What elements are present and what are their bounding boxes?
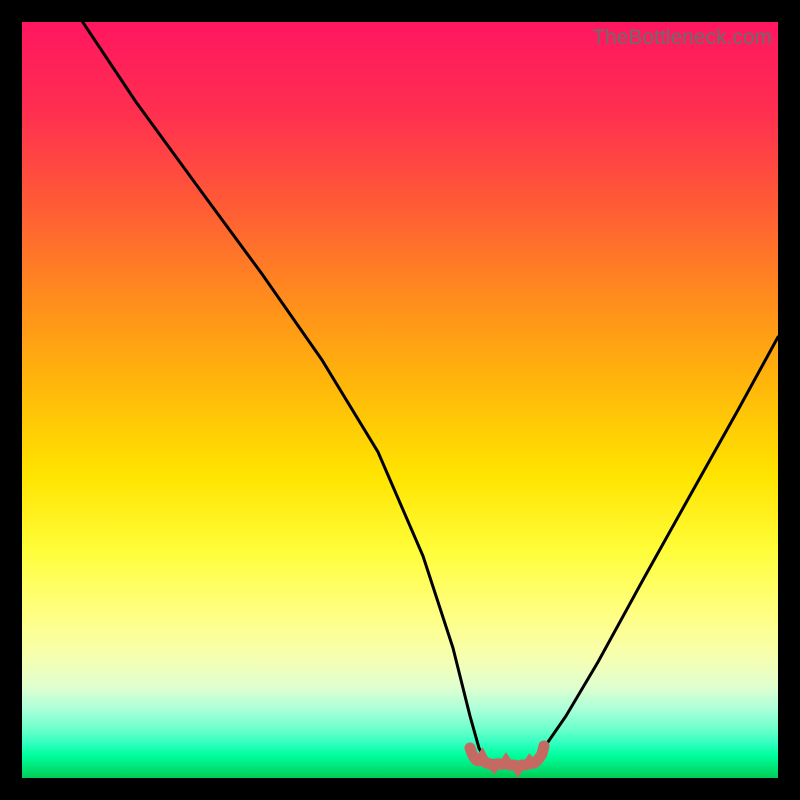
curve-path	[76, 22, 778, 762]
chart-plot-area: TheBottleneck.com	[22, 22, 778, 778]
bottleneck-curve	[22, 22, 778, 778]
chart-frame: TheBottleneck.com	[0, 0, 800, 800]
